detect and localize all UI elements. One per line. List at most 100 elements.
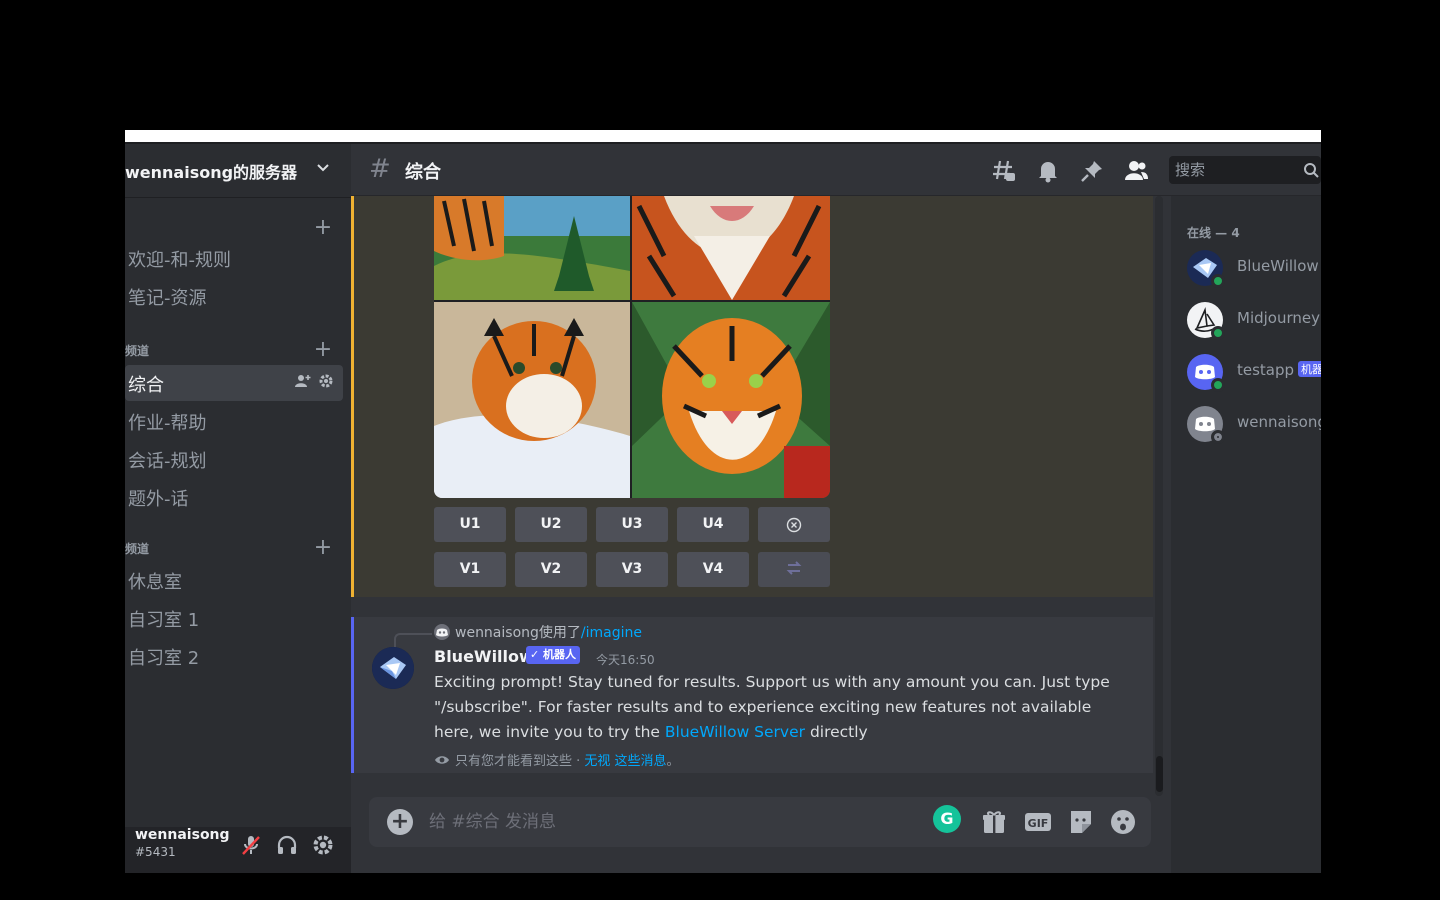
member-midjourney[interactable]: Midjourney — [1187, 300, 1321, 340]
grammarly-icon[interactable]: G — [933, 805, 961, 833]
bot-tag-badge: ✓ 机器人 — [526, 646, 581, 664]
pin-icon[interactable] — [1079, 158, 1105, 184]
chat-header: # 综合 — [351, 144, 1321, 196]
channel-general[interactable]: 综合 — [125, 365, 343, 401]
ephemeral-notice: 只有您才能看到这些 · 无视 这些消息。 — [434, 750, 680, 769]
channel-label: 综合 — [128, 375, 164, 396]
emoji-icon[interactable] — [1109, 808, 1137, 836]
bell-icon[interactable] — [1035, 158, 1061, 184]
category-row-2[interactable]: 频道 + — [125, 338, 351, 362]
channel-planning[interactable]: 会话-规划 — [125, 441, 343, 477]
threads-icon[interactable] — [991, 158, 1017, 184]
bot-badge: 机器人 — [1298, 361, 1321, 377]
add-channel-icon[interactable]: + — [313, 536, 333, 560]
search-input[interactable] — [1175, 160, 1295, 180]
reply-avatar[interactable] — [434, 624, 450, 640]
add-channel-icon[interactable]: + — [313, 338, 333, 362]
user-panel: wennaisong #5431 — [125, 827, 351, 873]
window-top-strip — [125, 130, 1321, 144]
dismiss-message-link[interactable]: 无视 这些消息 — [584, 754, 666, 769]
user-discriminator: #5431 — [135, 845, 176, 859]
v1-button[interactable]: V1 — [434, 552, 506, 587]
message-content: Exciting prompt! Stay tuned for results.… — [434, 670, 1114, 745]
channel-title: 综合 — [405, 162, 441, 183]
member-name: wennaisong — [1237, 413, 1321, 431]
scrollbar-track[interactable] — [1155, 196, 1163, 796]
reply-command[interactable]: /imagine — [581, 625, 642, 641]
member-name: BlueWillow — [1237, 257, 1319, 275]
discord-window: wennaisong的服务器 + 欢迎-和-规则 笔记-资源 频道 + 综合 作… — [125, 130, 1321, 873]
gear-icon[interactable] — [319, 374, 333, 392]
message-highlighted: U1 U2 U3 U4 V1 V2 V3 V4 — [351, 196, 1153, 597]
channel-sidebar: wennaisong的服务器 + 欢迎-和-规则 笔记-资源 频道 + 综合 作… — [125, 144, 351, 873]
add-attachment-icon[interactable]: + — [387, 809, 413, 835]
member-name: testapp机器人 — [1237, 361, 1321, 379]
invite-member-icon[interactable] — [295, 374, 311, 392]
u1-button[interactable]: U1 — [434, 507, 506, 542]
gif-icon[interactable]: GIF — [1024, 808, 1052, 836]
gift-icon[interactable] — [980, 808, 1008, 836]
bot-avatar[interactable] — [372, 647, 414, 689]
ephemeral-text: 只有您才能看到这些 · — [455, 754, 585, 769]
u2-button[interactable]: U2 — [515, 507, 587, 542]
channel-study-2[interactable]: 自习室 2 — [125, 638, 343, 674]
u4-button[interactable]: U4 — [677, 507, 749, 542]
close-circle-icon — [786, 517, 802, 533]
channel-study-1[interactable]: 自习室 1 — [125, 600, 343, 636]
message-composer: + G GIF — [369, 797, 1151, 847]
gear-icon[interactable] — [311, 833, 335, 857]
add-channel-icon[interactable]: + — [313, 216, 333, 240]
message-input[interactable] — [429, 809, 879, 835]
generated-image-grid[interactable] — [434, 196, 830, 498]
members-online-heading: 在线 — 4 — [1187, 226, 1240, 240]
headphones-icon[interactable] — [275, 833, 299, 857]
member-wennaisong[interactable]: wennaisong — [1187, 404, 1321, 444]
upscale-button-row: U1 U2 U3 U4 — [434, 507, 830, 542]
reroll-button[interactable] — [758, 552, 830, 587]
svg-text:GIF: GIF — [1028, 817, 1049, 830]
message-author[interactable]: BlueWillow — [434, 647, 534, 666]
category-label: 频道 — [125, 542, 150, 556]
member-bluewillow[interactable]: BlueWillow — [1187, 248, 1321, 288]
variation-button-row: V1 V2 V3 V4 — [434, 552, 830, 587]
reroll-icon — [786, 561, 802, 575]
u3-button[interactable]: U3 — [596, 507, 668, 542]
bot-message: wennaisong使用了/imagine BlueWillow ✓ 机器人 今… — [351, 617, 1153, 773]
channel-label: 会话-规划 — [128, 451, 207, 472]
server-header[interactable]: wennaisong的服务器 — [125, 144, 351, 198]
scrollbar-thumb[interactable] — [1156, 756, 1163, 792]
channel-label: 题外-话 — [128, 489, 189, 510]
v3-button[interactable]: V3 — [596, 552, 668, 587]
member-list: 在线 — 4 BlueWillow Midjourney testapp机器人 — [1171, 196, 1321, 873]
username[interactable]: wennaisong — [135, 827, 230, 843]
online-status-dot — [1211, 326, 1225, 340]
server-link[interactable]: BlueWillow Server — [665, 723, 805, 741]
channel-lounge[interactable]: 休息室 — [125, 562, 343, 598]
v4-button[interactable]: V4 — [677, 552, 749, 587]
channel-welcome[interactable]: 欢迎-和-规则 — [125, 240, 343, 276]
offline-status-dot — [1211, 430, 1225, 444]
category-row-1[interactable]: + — [125, 216, 351, 240]
channel-label: 笔记-资源 — [128, 288, 207, 309]
member-name: Midjourney — [1237, 309, 1320, 327]
eye-icon — [435, 755, 449, 764]
mic-muted-icon[interactable] — [239, 833, 263, 857]
sticker-icon[interactable] — [1067, 808, 1095, 836]
channel-label: 自习室 2 — [128, 648, 200, 669]
channel-notes[interactable]: 笔记-资源 — [125, 278, 343, 314]
channel-label: 作业-帮助 — [128, 413, 207, 434]
channel-homework[interactable]: 作业-帮助 — [125, 403, 343, 439]
channel-offtopic[interactable]: 题外-话 — [125, 479, 343, 515]
member-list-icon[interactable] — [1123, 158, 1149, 184]
hash-icon: # — [369, 154, 391, 184]
reply-reference[interactable]: wennaisong使用了/imagine — [455, 622, 642, 642]
chevron-down-icon[interactable] — [313, 159, 333, 179]
search-icon[interactable] — [1303, 162, 1319, 178]
delete-button[interactable] — [758, 507, 830, 542]
reply-connector — [394, 633, 432, 649]
member-testapp[interactable]: testapp机器人 — [1187, 352, 1321, 392]
search-box[interactable] — [1169, 156, 1321, 184]
category-row-3[interactable]: 频道 + — [125, 536, 351, 560]
v2-button[interactable]: V2 — [515, 552, 587, 587]
channel-label: 休息室 — [128, 572, 182, 593]
